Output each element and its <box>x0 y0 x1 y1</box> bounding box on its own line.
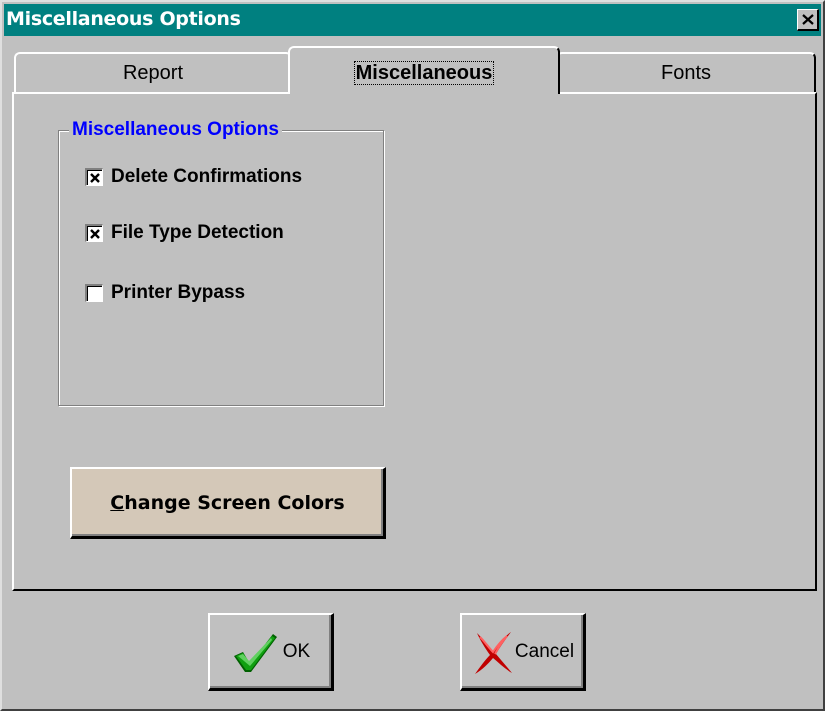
checkmark-icon <box>233 633 277 672</box>
tab-report[interactable]: Report <box>14 52 292 92</box>
options-groupbox: Miscellaneous Options Delete Confirmatio… <box>58 119 384 406</box>
tab-fonts-label: Fonts <box>660 62 712 84</box>
accelerator-key: C <box>110 491 125 514</box>
tab-report-label: Report <box>122 62 184 84</box>
tab-miscellaneous-label: Miscellaneous <box>353 61 495 85</box>
ok-button[interactable]: OK <box>208 613 334 691</box>
delete-confirmations-checkbox[interactable]: Delete Confirmations <box>85 165 302 189</box>
close-icon <box>801 14 814 25</box>
tab-miscellaneous[interactable]: Miscellaneous <box>288 46 560 94</box>
title-bar[interactable]: Miscellaneous Options <box>4 4 821 36</box>
checkbox-label: Delete Confirmations <box>111 166 303 187</box>
window-title: Miscellaneous Options <box>6 8 241 30</box>
checkbox-label: File Type Detection <box>111 222 284 243</box>
file-type-detection-checkbox[interactable]: File Type Detection <box>85 221 284 245</box>
check-x-icon <box>89 172 100 183</box>
checkbox-box[interactable] <box>85 168 103 186</box>
button-label: hange Screen Colors <box>124 491 345 514</box>
checkbox-label: Printer Bypass <box>111 282 246 303</box>
change-screen-colors-button[interactable]: Change Screen Colors <box>70 467 386 539</box>
ok-label: OK <box>282 640 311 662</box>
dialog-window: Miscellaneous Options Report Fonts Misce… <box>0 0 825 711</box>
tab-fonts[interactable]: Fonts <box>556 52 816 92</box>
tab-page-miscellaneous: Miscellaneous Options Delete Confirmatio… <box>12 92 817 591</box>
check-x-icon <box>89 228 100 239</box>
close-button[interactable] <box>797 9 819 31</box>
checkbox-box[interactable] <box>85 224 103 242</box>
cancel-label: Cancel <box>514 640 575 662</box>
cancel-button[interactable]: Cancel <box>460 613 586 691</box>
red-x-icon <box>474 631 512 674</box>
checkbox-box[interactable] <box>85 284 103 302</box>
printer-bypass-checkbox[interactable]: Printer Bypass <box>85 281 245 305</box>
groupbox-legend: Miscellaneous Options <box>69 119 282 141</box>
